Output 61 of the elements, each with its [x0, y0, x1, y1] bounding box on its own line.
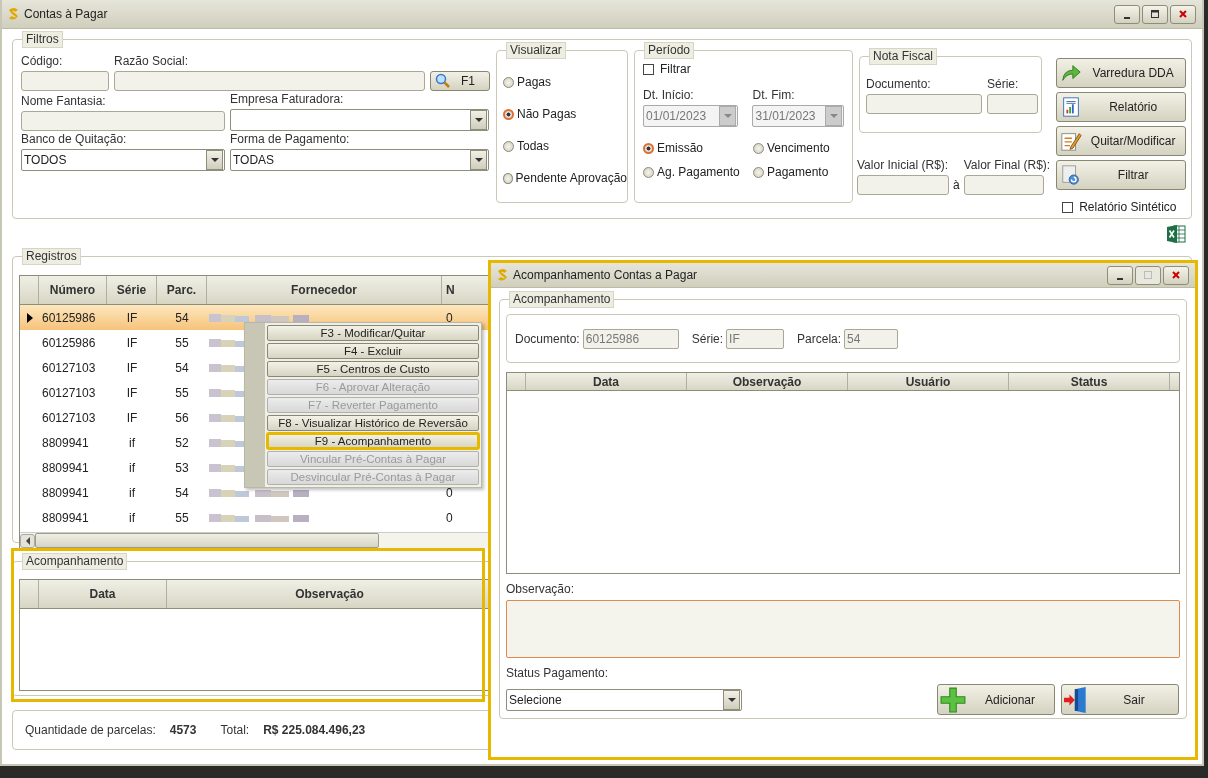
- field-label: Série:: [691, 331, 724, 346]
- table-cell-text: 0: [445, 510, 454, 525]
- table-cell-text: if: [128, 435, 136, 450]
- window-title: Acompanhamento Contas a Pagar: [513, 268, 698, 282]
- group-title: Filtros: [22, 31, 63, 48]
- table-cell-text: 60127103: [41, 360, 97, 375]
- table-cell-text: IF: [125, 385, 139, 400]
- group-title: Acompanhamento: [509, 291, 615, 308]
- range-separator: à: [953, 178, 960, 192]
- table-cell-text: if: [128, 485, 136, 500]
- group-title: Período: [644, 42, 695, 59]
- table-cell-text: 54: [174, 485, 190, 500]
- table-cell-text: 55: [174, 385, 190, 400]
- field-label: Parcela:: [797, 331, 842, 346]
- summary-label: Total:: [220, 723, 250, 737]
- table-cell-text: 55: [174, 510, 190, 525]
- field-label: Documento:: [866, 77, 932, 91]
- table-cell-text: 56: [174, 410, 190, 425]
- group-title: Acompanhamento: [22, 553, 128, 570]
- field-label: Banco de Quitação:: [21, 132, 128, 146]
- group-title: Registros: [22, 248, 81, 265]
- table-cell-text: 55: [174, 335, 190, 350]
- table-cell-text: IF: [125, 310, 139, 325]
- field-label: Nome Fantasia:: [21, 94, 107, 108]
- field-label: Empresa Faturadora:: [230, 92, 345, 106]
- table-cell-text: IF: [125, 360, 139, 375]
- window-title: Contas à Pagar: [24, 7, 108, 21]
- table-cell-text: 60125986: [41, 310, 97, 325]
- table-cell-text: 8809941: [41, 435, 90, 450]
- table-cell-text: 8809941: [41, 460, 90, 475]
- field-label: Razão Social:: [114, 54, 190, 68]
- table-cell-text: 53: [174, 460, 190, 475]
- table-cell-text: IF: [125, 410, 139, 425]
- field-label: Observação:: [506, 582, 576, 596]
- field-label: Valor Final (R$):: [963, 158, 1051, 172]
- table-cell-text: 60127103: [41, 410, 97, 425]
- table-cell-text: if: [128, 460, 136, 475]
- table-cell-text: 60127103: [41, 385, 97, 400]
- table-cell-text: IF: [125, 335, 139, 350]
- field-label: Dt. Fim:: [752, 88, 796, 102]
- table-cell-text: 54: [174, 310, 190, 325]
- field-label: Série:: [987, 77, 1020, 91]
- summary-label: Quantidade de parcelas:: [25, 723, 156, 737]
- table-cell-text: 52: [174, 435, 190, 450]
- group-title: Visualizar: [506, 42, 566, 59]
- table-cell-text: if: [128, 510, 136, 525]
- table-cell-text: 60125986: [41, 335, 97, 350]
- field-label: Código:: [21, 54, 64, 68]
- summary-value: 4573: [169, 723, 197, 737]
- field-label: Documento:: [515, 331, 580, 346]
- summary-value: R$ 225.084.496,23: [263, 723, 366, 737]
- field-label: Status Pagamento:: [506, 666, 610, 680]
- table-cell-text: 0: [445, 485, 454, 500]
- field-label: Valor Inicial (R$):: [857, 158, 949, 172]
- field-label: Forma de Pagamento:: [230, 132, 351, 146]
- group-title: Nota Fiscal: [869, 48, 938, 65]
- field-label: Dt. Início:: [643, 88, 695, 102]
- table-cell-text: 0: [445, 310, 454, 325]
- table-cell-text: 8809941: [41, 510, 90, 525]
- table-cell-text: 54: [174, 360, 190, 375]
- table-cell-text: 8809941: [41, 485, 90, 500]
